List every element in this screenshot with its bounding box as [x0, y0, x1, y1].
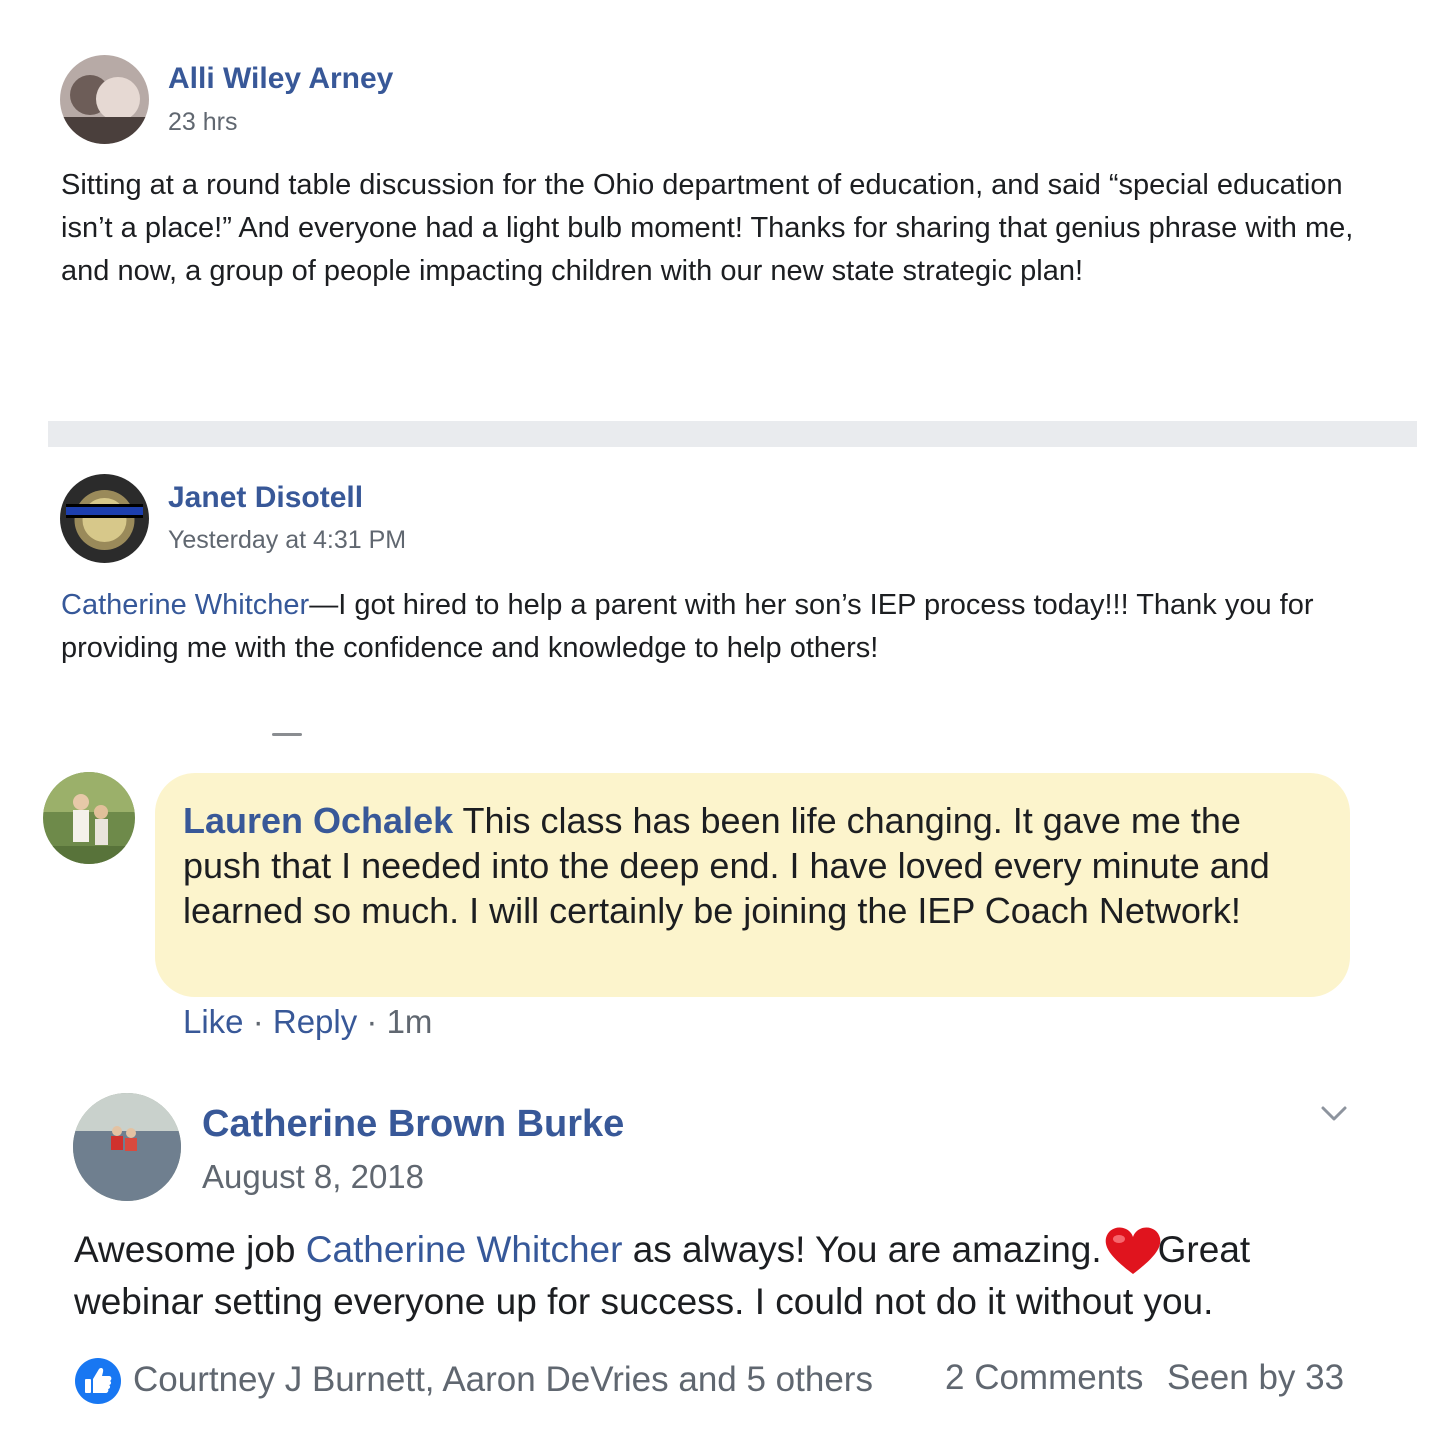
post-body-text: Awesome job Catherine Whitcher as always… [74, 1224, 1374, 1328]
comment-text: Lauren Ochalek This class has been life … [183, 798, 1323, 933]
post-timestamp[interactable]: Yesterday at 4:31 PM [168, 526, 406, 555]
avatar-janet-disotell[interactable] [60, 474, 149, 563]
post-author-name[interactable]: Janet Disotell [168, 481, 363, 515]
post-body-part: as always! You are amazing. [622, 1229, 1102, 1270]
chevron-down-icon[interactable] [1318, 1097, 1350, 1129]
like-link[interactable]: Like [183, 1003, 244, 1040]
comments-count[interactable]: 2 Comments [945, 1358, 1143, 1398]
post-separator [48, 421, 1417, 447]
avatar-alli-wiley-arney[interactable] [60, 55, 149, 144]
reactions-summary[interactable]: Courtney J Burnett, Aaron DeVries and 5 … [133, 1360, 873, 1400]
post-body-text: Catherine Whitcher—I got hired to help a… [61, 584, 1401, 670]
comment-age[interactable]: 1m [387, 1003, 433, 1040]
post-body-part: Awesome job [74, 1229, 306, 1270]
post-author-name[interactable]: Alli Wiley Arney [168, 62, 393, 96]
comment-actions: Like · Reply · 1m [183, 1003, 432, 1041]
post-body-text: Sitting at a round table discussion for … [61, 169, 1354, 287]
avatar-lauren-ochalek[interactable] [43, 772, 135, 864]
heart-emoji-icon [1102, 1224, 1164, 1276]
mention-link[interactable]: Catherine Whitcher [61, 589, 309, 621]
post-timestamp[interactable]: 23 hrs [168, 108, 237, 137]
comment-author-name[interactable]: Lauren Ochalek [183, 800, 453, 841]
action-separator: · [243, 1003, 273, 1040]
mention-link[interactable]: Catherine Whitcher [306, 1229, 623, 1270]
seen-by-count[interactable]: Seen by 33 [1167, 1358, 1344, 1398]
action-separator: · [357, 1003, 387, 1040]
thumbs-up-icon[interactable] [74, 1357, 122, 1405]
post-author-name[interactable]: Catherine Brown Burke [202, 1103, 624, 1146]
divider-mark [272, 733, 302, 736]
post-timestamp[interactable]: August 8, 2018 [202, 1158, 424, 1196]
reply-link[interactable]: Reply [273, 1003, 357, 1040]
avatar-catherine-brown-burke[interactable] [73, 1093, 181, 1201]
